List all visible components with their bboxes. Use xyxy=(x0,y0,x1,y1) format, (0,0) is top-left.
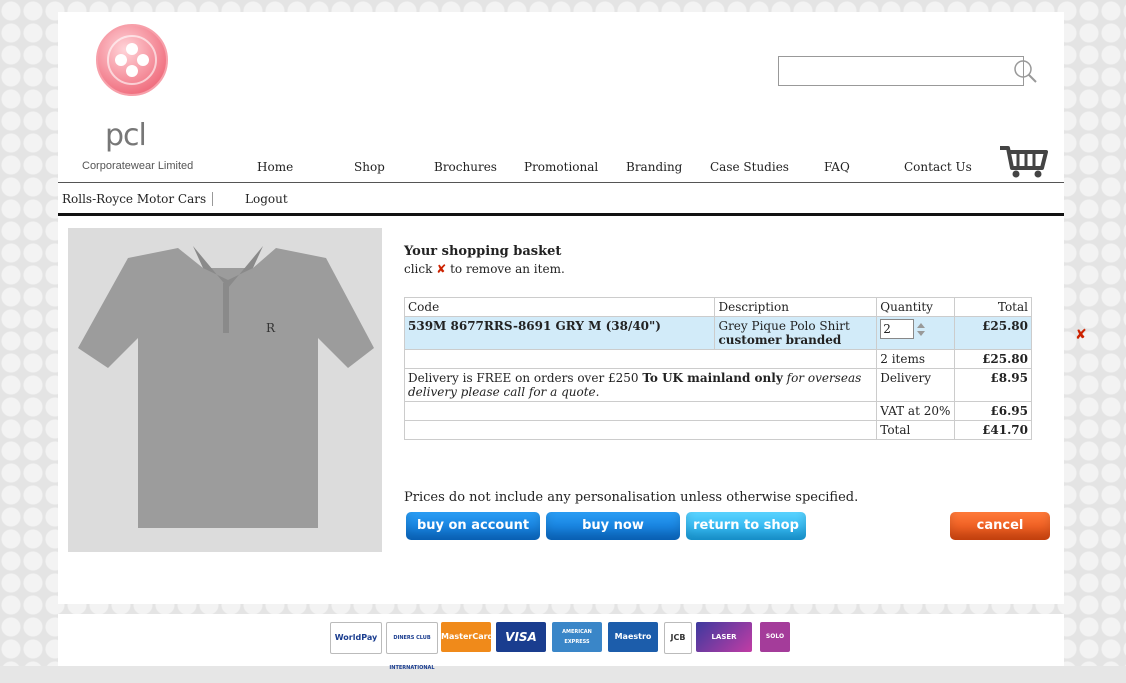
grand-total: £41.70 xyxy=(953,420,1033,440)
maestro-logo: Maestro xyxy=(608,622,658,652)
nav-shop[interactable]: Shop xyxy=(354,160,385,174)
nav-brochures[interactable]: Brochures xyxy=(434,160,497,174)
brand-tagline: Corporatewear Limited xyxy=(82,160,194,172)
item-desc-line1: Grey Pique Polo Shirt xyxy=(718,319,850,333)
diners-club-logo: DINERS CLUB INTERNATIONAL xyxy=(386,622,438,671)
account-company: Rolls-Royce Motor Cars xyxy=(62,192,214,206)
svg-text:R: R xyxy=(266,321,276,335)
buy-now-button[interactable]: buy now xyxy=(546,512,680,540)
personalisation-notice: Prices do not include any personalisatio… xyxy=(404,490,859,505)
delivery-total: £8.95 xyxy=(953,368,1033,402)
basket-title: Your shopping basket xyxy=(404,244,562,259)
items-count: 2 items xyxy=(876,349,955,369)
logout-link[interactable]: Logout xyxy=(245,192,288,206)
instruction-pre: click xyxy=(404,262,433,276)
remove-item-icon[interactable]: ✘ xyxy=(1075,327,1087,343)
item-code: 539M 8677RRS-8691 GRY M (38/40") xyxy=(403,316,716,350)
table-row: VAT at 20% £6.95 xyxy=(403,401,1033,421)
solo-logo: SOLO xyxy=(760,622,790,652)
header-quantity: Quantity xyxy=(876,297,955,317)
basket-instruction: click ✘ to remove an item. xyxy=(404,262,565,276)
table-row: Total £41.70 xyxy=(403,420,1033,440)
mastercard-logo: MasterCard xyxy=(441,622,493,652)
delivery-label: Delivery xyxy=(876,368,955,402)
main-page: pcl Corporatewear Limited Home Shop Broc… xyxy=(58,12,1087,604)
table-row: 2 items £25.80 xyxy=(403,349,1033,369)
cart-icon[interactable] xyxy=(998,142,1050,180)
buy-on-account-button[interactable]: buy on account xyxy=(406,512,540,540)
table-row: 539M 8677RRS-8691 GRY M (38/40") Grey Pi… xyxy=(403,316,1033,350)
nav-divider xyxy=(58,182,1064,183)
header-description: Description xyxy=(714,297,878,317)
search-icon[interactable] xyxy=(1012,58,1038,84)
button-logo-icon[interactable] xyxy=(95,22,169,98)
table-header-row: Code Description Quantity Total xyxy=(403,297,1033,317)
header-divider xyxy=(58,213,1064,216)
quantity-input[interactable]: 2 xyxy=(880,319,915,339)
nav-promotional[interactable]: Promotional xyxy=(524,160,598,174)
items-subtotal: £25.80 xyxy=(953,349,1033,369)
nav-contact-us[interactable]: Contact Us xyxy=(904,160,972,174)
return-to-shop-button[interactable]: return to shop xyxy=(686,512,806,540)
header-code: Code xyxy=(403,297,716,317)
payment-footer: WorldPay DINERS CLUB INTERNATIONAL Maste… xyxy=(58,614,1064,671)
item-quantity-cell: 2 xyxy=(876,316,955,350)
cancel-button[interactable]: cancel xyxy=(950,512,1050,540)
brand-name: pcl xyxy=(105,118,147,153)
nav-case-studies[interactable]: Case Studies xyxy=(710,160,789,174)
amex-logo: AMERICAN EXPRESS xyxy=(552,622,602,652)
visa-logo: VISA xyxy=(496,622,546,652)
search-input[interactable] xyxy=(778,56,1024,86)
jcb-logo: JCB xyxy=(664,622,692,654)
product-image: R xyxy=(68,228,382,552)
worldpay-logo: WorldPay xyxy=(330,622,382,654)
delivery-note-b: To UK mainland only xyxy=(642,371,783,385)
vat-total: £6.95 xyxy=(953,401,1033,421)
delivery-note: Delivery is FREE on orders over £250 To … xyxy=(403,368,878,402)
nav-faq[interactable]: FAQ xyxy=(824,160,850,174)
basket-table: Code Description Quantity Total 539M 867… xyxy=(403,297,1033,440)
item-desc-line2: customer branded xyxy=(718,333,842,347)
remove-hint-icon: ✘ xyxy=(436,262,447,276)
laser-logo: LASER xyxy=(696,622,752,652)
nav-home[interactable]: Home xyxy=(257,160,293,174)
item-total: £25.80 xyxy=(953,316,1033,350)
header-total: Total xyxy=(953,297,1033,317)
nav-branding[interactable]: Branding xyxy=(626,160,682,174)
instruction-post: to remove an item. xyxy=(450,262,565,276)
total-label: Total xyxy=(876,420,955,440)
item-description: Grey Pique Polo Shirt customer branded xyxy=(714,316,878,350)
table-row: Delivery is FREE on orders over £250 To … xyxy=(403,368,1033,402)
vat-label: VAT at 20% xyxy=(876,401,955,421)
quantity-stepper[interactable] xyxy=(917,320,926,338)
delivery-note-a: Delivery is FREE on orders over £250 xyxy=(408,371,643,385)
